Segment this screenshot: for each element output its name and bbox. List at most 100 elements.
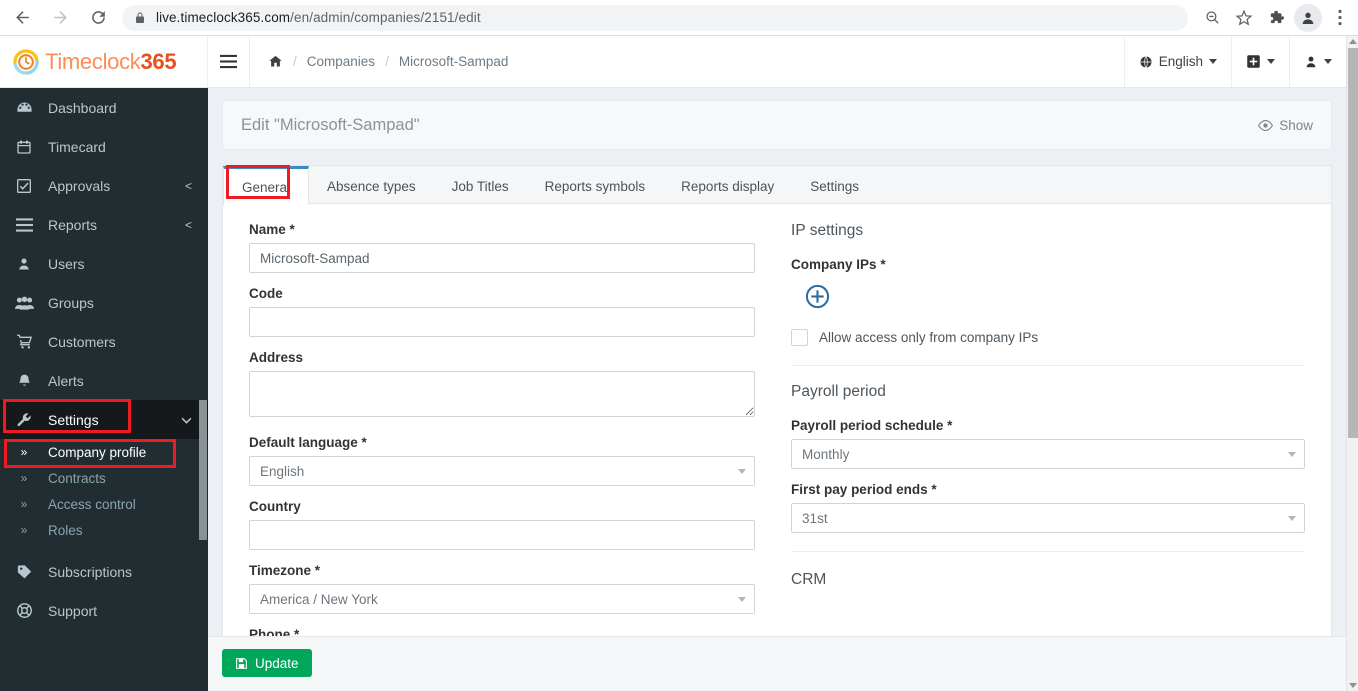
double-chevron-right-icon: » — [20, 445, 28, 459]
page-scrollbar-track[interactable] — [1346, 36, 1358, 691]
sidebar-scrollbar-track[interactable] — [198, 88, 208, 691]
list-bars-icon — [0, 217, 48, 232]
timezone-select[interactable]: America / New York — [249, 584, 756, 614]
logo-word-365: 365 — [140, 48, 177, 74]
forward-button[interactable] — [44, 2, 76, 34]
profile-button[interactable] — [1294, 3, 1322, 32]
breadcrumb-separator-2: / — [385, 54, 389, 69]
double-chevron-right-icon: » — [20, 497, 28, 511]
show-toggle-link[interactable]: Show — [1258, 118, 1313, 133]
app-logo-text: Timeclock365 — [45, 48, 177, 75]
sidebar-item-support[interactable]: Support — [0, 591, 208, 630]
url-path: /en/admin/companies/2151/edit — [290, 10, 481, 25]
code-input[interactable] — [249, 307, 756, 337]
field-default-language: Default language * English — [249, 435, 756, 486]
breadcrumb: / Companies / Microsoft-Sampad — [250, 36, 1124, 87]
user-icon — [1306, 56, 1316, 67]
chevron-left-icon: < — [184, 217, 192, 232]
sidebar-item-customers[interactable]: Customers — [0, 322, 208, 361]
sidebar-subitem-contracts[interactable]: » Contracts — [0, 465, 208, 491]
allow-company-ips-row: Allow access only from company IPs — [791, 329, 1305, 346]
sidebar-item-timecard[interactable]: Timecard — [0, 127, 208, 166]
reload-button[interactable] — [82, 2, 114, 34]
breadcrumb-item-companies[interactable]: Companies — [307, 54, 375, 69]
tab-absence-types[interactable]: Absence types — [309, 166, 434, 203]
dashboard-gauge-icon — [0, 99, 48, 116]
double-chevron-right-icon: » — [20, 523, 28, 537]
zoom-out-icon — [1205, 11, 1219, 24]
add-menu-button[interactable] — [1231, 36, 1289, 87]
field-payroll-schedule-label: Payroll period schedule * — [791, 418, 953, 433]
browser-toolbar: live.timeclock365.com/en/admin/companies… — [0, 0, 1358, 36]
sidebar-item-groups[interactable]: Groups — [0, 283, 208, 322]
update-label: Update — [255, 655, 299, 671]
bookmark-button[interactable] — [1230, 4, 1258, 32]
country-input[interactable] — [249, 520, 756, 550]
first-pay-period-ends-select[interactable]: 31st — [791, 503, 1305, 533]
allow-company-ips-checkbox[interactable] — [791, 329, 809, 346]
tab-general[interactable]: General — [223, 166, 310, 205]
update-button[interactable]: Update — [222, 649, 312, 677]
sidebar-item-settings[interactable]: Settings — [0, 400, 208, 439]
tab-job-titles[interactable]: Job Titles — [434, 166, 527, 203]
bell-icon — [0, 372, 48, 389]
extensions-button[interactable] — [1262, 4, 1290, 32]
address-textarea[interactable] — [249, 371, 756, 417]
plus-square-icon — [1247, 55, 1260, 68]
eye-icon — [1258, 119, 1274, 131]
sidebar-item-alerts[interactable]: Alerts — [0, 361, 208, 400]
hamburger-menu-icon — [220, 54, 237, 69]
user-avatar-icon — [1302, 12, 1314, 24]
tag-icon — [0, 564, 48, 580]
browser-menu-button[interactable] — [1326, 4, 1354, 32]
zoom-out-button[interactable] — [1198, 4, 1226, 32]
sidebar-item-label: Reports — [48, 216, 98, 233]
tab-reports-display[interactable]: Reports display — [663, 166, 792, 203]
divider-ip-payroll — [791, 365, 1305, 366]
scroll-down-arrow-icon[interactable] — [1349, 683, 1357, 688]
field-code: Code — [249, 286, 756, 337]
sidebar-toggle-button[interactable] — [208, 36, 250, 87]
wrench-icon — [0, 412, 48, 428]
back-button[interactable] — [6, 2, 38, 34]
users-group-icon — [0, 295, 48, 311]
tab-reports-symbols[interactable]: Reports symbols — [527, 166, 664, 203]
name-input[interactable] — [249, 243, 756, 273]
default-language-select[interactable]: English — [249, 456, 756, 486]
field-first-pay-period-ends: First pay period ends * 31st — [791, 482, 1305, 533]
lock-icon — [134, 11, 146, 25]
sidebar-item-users[interactable]: Users — [0, 244, 208, 283]
address-bar[interactable]: live.timeclock365.com/en/admin/companies… — [122, 4, 1188, 31]
sidebar-item-reports[interactable]: Reports < — [0, 205, 208, 244]
ip-settings-heading: IP settings — [791, 222, 864, 239]
page-scrollbar-thumb[interactable] — [1348, 48, 1358, 438]
double-chevron-right-icon: » — [20, 471, 28, 485]
tab-strip: General Absence types Job Titles Reports… — [223, 166, 1331, 205]
sidebar-item-approvals[interactable]: Approvals < — [0, 166, 208, 205]
payroll-period-heading: Payroll period — [791, 383, 886, 400]
language-label: English — [1158, 54, 1203, 69]
payroll-schedule-select[interactable]: Monthly — [791, 439, 1305, 469]
user-icon — [0, 256, 48, 272]
app-logo[interactable]: Timeclock365 — [0, 36, 208, 87]
main-content: Edit "Microsoft-Sampad" Show General Abs… — [208, 88, 1346, 691]
circle-plus-icon[interactable] — [805, 284, 830, 309]
sidebar-subitem-roles[interactable]: » Roles — [0, 517, 208, 543]
field-code-label: Code — [249, 286, 283, 301]
lifebuoy-icon — [0, 602, 48, 619]
language-selector[interactable]: English — [1123, 36, 1231, 87]
app-header: Timeclock365 / Companies / Microsoft-Sam… — [0, 36, 1346, 88]
sidebar-item-subscriptions[interactable]: Subscriptions — [0, 552, 208, 591]
user-menu-button[interactable] — [1289, 36, 1346, 87]
sidebar-subitem-access-control[interactable]: » Access control — [0, 491, 208, 517]
tab-settings[interactable]: Settings — [792, 166, 877, 203]
sidebar-subitem-company-profile[interactable]: » Company profile — [0, 439, 208, 465]
check-square-icon — [0, 178, 48, 194]
field-country: Country — [249, 499, 756, 550]
sidebar-item-dashboard[interactable]: Dashboard — [0, 88, 208, 127]
general-form: Name * Code Address Default language * E… — [223, 204, 1331, 645]
scroll-up-arrow-icon[interactable] — [1349, 39, 1357, 44]
chevron-down-icon — [1324, 59, 1332, 64]
sidebar-scrollbar-thumb[interactable] — [199, 400, 207, 540]
breadcrumb-home-link[interactable] — [268, 54, 283, 69]
